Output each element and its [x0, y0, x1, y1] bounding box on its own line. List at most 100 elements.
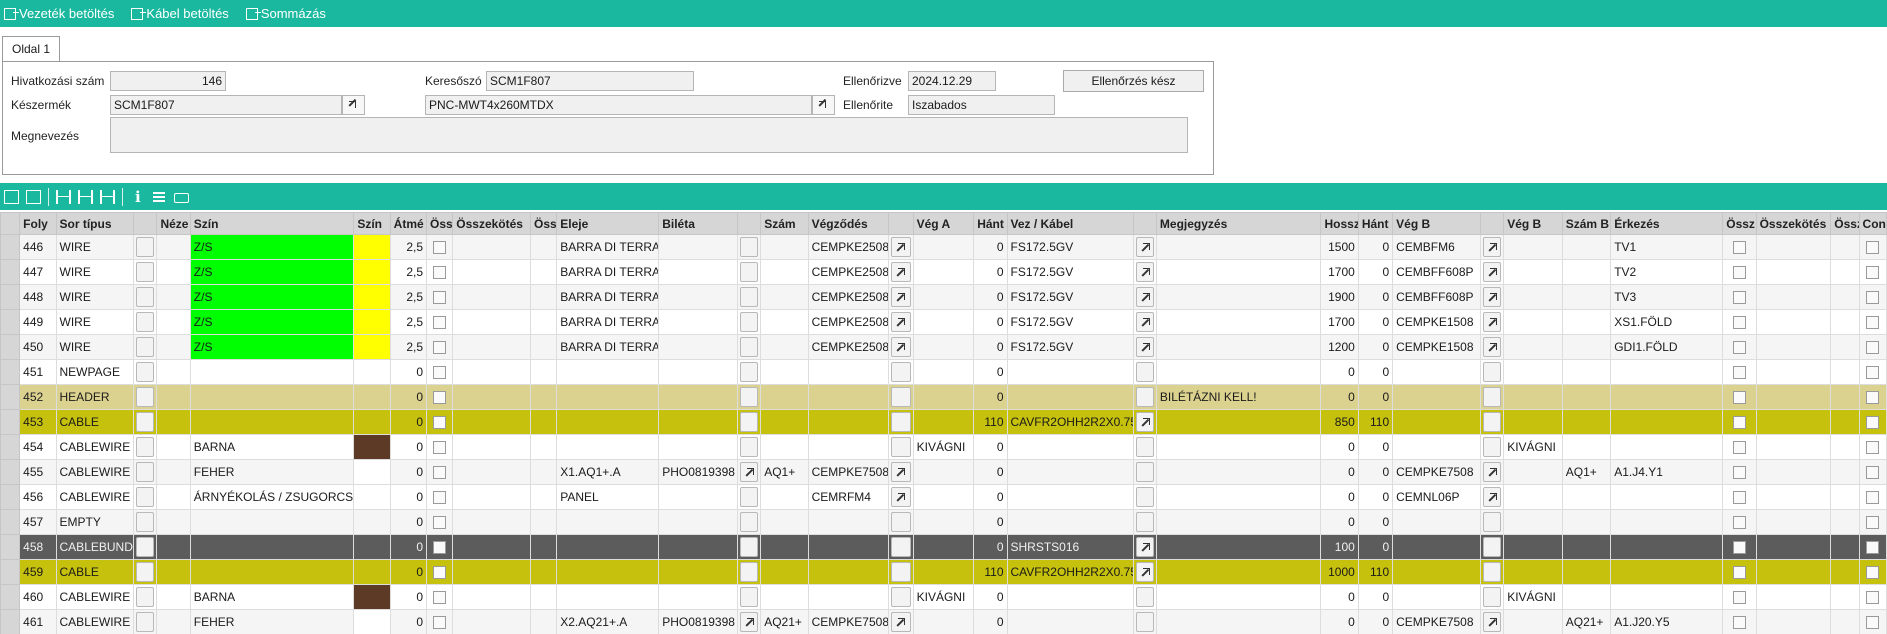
- column-header[interactable]: Vez / Kábel: [1006, 212, 1134, 235]
- veg-b2-cell[interactable]: [1503, 534, 1563, 560]
- ossz-b-checkbox[interactable]: [1732, 616, 1746, 630]
- veg-b-cell[interactable]: CEMBFF608P: [1392, 259, 1481, 285]
- vegzodes-cell[interactable]: [807, 434, 890, 460]
- vez-kabel-cell[interactable]: [1132, 259, 1157, 285]
- sor-tipus-picker-cell[interactable]: [133, 359, 158, 385]
- erkezes-cell[interactable]: [1610, 359, 1724, 385]
- ossz-a-cell[interactable]: [426, 309, 454, 335]
- vegzodes-cell[interactable]: CEMPKE2508: [807, 259, 890, 285]
- sor-tipus-picker-button[interactable]: [136, 362, 155, 382]
- bileta-cell[interactable]: [736, 584, 762, 610]
- ossz-a-cell[interactable]: [426, 384, 454, 410]
- ossz-a-cell[interactable]: [426, 559, 454, 585]
- hossz-cell[interactable]: 0: [1320, 459, 1359, 485]
- hant-b-cell[interactable]: 110: [1357, 409, 1394, 435]
- ossz-b-cell[interactable]: [1722, 559, 1757, 585]
- hossz-cell[interactable]: 1500: [1320, 234, 1359, 260]
- hossz-cell[interactable]: 0: [1320, 509, 1359, 535]
- vegzodes-cell[interactable]: CEMPKE7508: [807, 459, 890, 485]
- atmero-cell[interactable]: 2,5: [389, 259, 428, 285]
- kabel-betoltes-button[interactable]: Kábel betöltés: [131, 6, 229, 21]
- veg-b-cell[interactable]: [1479, 309, 1505, 335]
- hant-a-cell[interactable]: 0: [973, 384, 1008, 410]
- cont-cell[interactable]: [1858, 434, 1887, 460]
- veg-b-button[interactable]: [1482, 587, 1502, 607]
- hant-b-cell[interactable]: 0: [1357, 334, 1394, 360]
- cont-cell[interactable]: [1858, 334, 1887, 360]
- vegzodes-open-button[interactable]: [891, 237, 911, 257]
- cont-cell[interactable]: [1858, 409, 1887, 435]
- veg-a-cell[interactable]: [912, 484, 975, 510]
- vez-kabel-button[interactable]: [1135, 587, 1154, 607]
- veg-b2-cell[interactable]: [1503, 309, 1563, 335]
- table-row[interactable]: 460 CABLEWIRE BARNA 0 KIVÁGNI 0 0 0 KIVÁGNI: [0, 584, 1887, 610]
- ossz-a-checkbox[interactable]: [433, 466, 447, 480]
- bileta-cell[interactable]: [736, 259, 762, 285]
- row-selector[interactable]: [0, 484, 21, 510]
- osszekotes-b-cell[interactable]: [1755, 609, 1832, 634]
- vez-kabel-button[interactable]: [1135, 437, 1154, 457]
- vez-kabel-cell[interactable]: [1132, 484, 1157, 510]
- szam-b-cell[interactable]: AQ21+: [1561, 609, 1612, 634]
- cont-checkbox[interactable]: [1866, 466, 1880, 480]
- veg-b-cell[interactable]: [1479, 234, 1505, 260]
- ossz-b-checkbox[interactable]: [1732, 366, 1746, 380]
- vez-kabel-cell[interactable]: [1132, 609, 1157, 634]
- szam-cell[interactable]: [760, 359, 809, 385]
- vegzodes-cell[interactable]: [807, 409, 890, 435]
- bileta-cell[interactable]: [658, 309, 738, 335]
- veg-b-cell[interactable]: CEMBFF608P: [1392, 284, 1481, 310]
- vegzodes-button[interactable]: [891, 587, 911, 607]
- hant-a-cell[interactable]: 0: [973, 309, 1008, 335]
- eleje-cell[interactable]: X2.AQ21+.A: [556, 609, 660, 634]
- cont-checkbox[interactable]: [1866, 266, 1880, 280]
- hossz-cell[interactable]: 1900: [1320, 284, 1359, 310]
- cont-cell[interactable]: [1858, 509, 1887, 535]
- ossz-a-checkbox[interactable]: [433, 266, 447, 280]
- ossz-b-cell[interactable]: [1722, 359, 1757, 385]
- bileta-cell[interactable]: [736, 434, 762, 460]
- ossz-a-cell[interactable]: [426, 409, 454, 435]
- veg-b-cell[interactable]: CEMBFM6: [1392, 234, 1481, 260]
- megjegyzes-cell[interactable]: [1155, 509, 1322, 535]
- column-header[interactable]: Érkezés: [1610, 212, 1724, 235]
- bileta-cell[interactable]: PHO0819398: [658, 459, 738, 485]
- vegzodes-open-button[interactable]: [891, 262, 911, 282]
- sor-tipus-picker-button[interactable]: [136, 462, 155, 482]
- column-header[interactable]: [0, 212, 21, 235]
- osszekotes-a-cell[interactable]: [452, 234, 531, 260]
- sor-tipus-picker-cell[interactable]: [133, 284, 158, 310]
- sor-tipus-cell[interactable]: CABLEBUND: [55, 534, 135, 560]
- szam-b-cell[interactable]: [1561, 284, 1612, 310]
- veg-b-cell[interactable]: [1392, 534, 1481, 560]
- vegzodes-cell[interactable]: [888, 584, 914, 610]
- hant-b-cell[interactable]: 0: [1357, 309, 1394, 335]
- ossz-a-checkbox[interactable]: [433, 516, 447, 530]
- bileta-cell[interactable]: [658, 484, 738, 510]
- veg-b-cell[interactable]: [1392, 584, 1481, 610]
- osszekotes-a-cell[interactable]: [452, 484, 531, 510]
- sor-tipus-cell[interactable]: WIRE: [55, 234, 135, 260]
- osszekotes-b-cell[interactable]: [1755, 259, 1832, 285]
- osszekotes-a-cell[interactable]: [452, 409, 531, 435]
- veg-a-cell[interactable]: [912, 284, 975, 310]
- hant-b-cell[interactable]: 110: [1357, 559, 1394, 585]
- hossz-cell[interactable]: 1200: [1320, 334, 1359, 360]
- vegzodes-open-button[interactable]: [891, 462, 911, 482]
- vez-kabel-cell[interactable]: [1132, 309, 1157, 335]
- veg-b-cell[interactable]: CEMPKE7508: [1392, 459, 1481, 485]
- sor-tipus-picker-cell[interactable]: [133, 334, 158, 360]
- vez-kabel-button[interactable]: [1135, 362, 1154, 382]
- veg-b-button[interactable]: [1482, 512, 1502, 532]
- vegzodes-cell[interactable]: CEMPKE2508: [807, 309, 890, 335]
- ossz-a-checkbox[interactable]: [433, 591, 447, 605]
- osszekotes-a-cell[interactable]: [452, 509, 531, 535]
- eleje-cell[interactable]: [556, 409, 660, 435]
- veg-b-cell[interactable]: [1479, 359, 1505, 385]
- ossz-a-checkbox[interactable]: [433, 541, 447, 555]
- cont-cell[interactable]: [1858, 584, 1887, 610]
- megjegyzes-cell[interactable]: [1155, 484, 1322, 510]
- osszekotes-a-cell[interactable]: [452, 609, 531, 634]
- cont-checkbox[interactable]: [1866, 341, 1880, 355]
- bileta-button[interactable]: [739, 387, 759, 407]
